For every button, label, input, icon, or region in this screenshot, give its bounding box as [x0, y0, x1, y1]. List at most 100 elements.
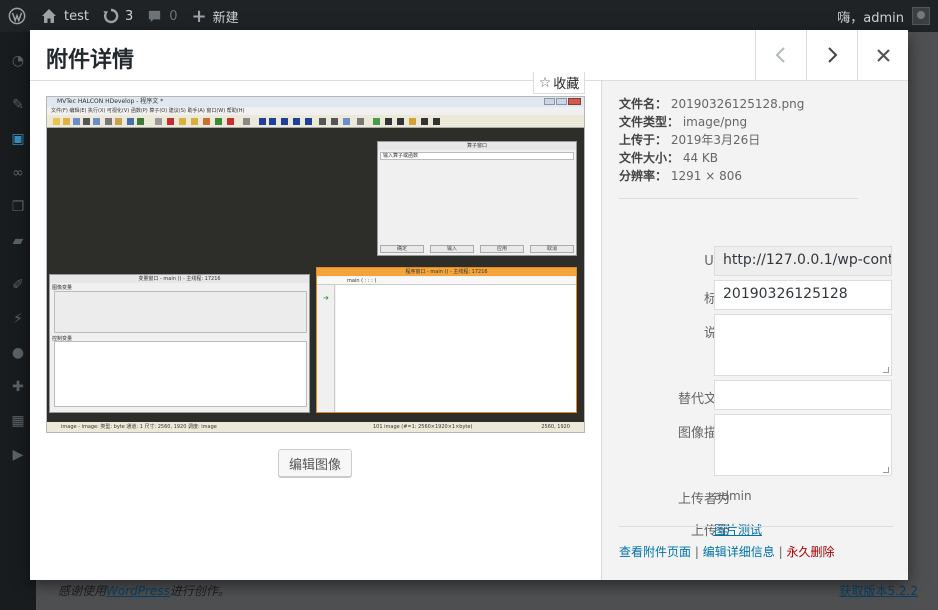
preview-window-controls: [544, 98, 581, 105]
preview-op-btn: 应用: [480, 245, 524, 253]
greeting-label: 嗨，admin: [837, 10, 904, 26]
dashboard-icon[interactable]: ◔: [9, 52, 27, 70]
comments-link[interactable]: 0: [140, 0, 184, 32]
preview-iconic-vars: 图像变量: [52, 285, 73, 291]
filesize-row: 文件大小： 44 KB: [619, 149, 804, 167]
footer-suffix: 进行创作。: [169, 584, 230, 598]
media-icon[interactable]: ▣: [9, 130, 27, 148]
edit-image-button[interactable]: 编辑图像: [278, 449, 352, 477]
modal-title: 附件详情: [46, 48, 135, 73]
edit-more-link[interactable]: 编辑详细信息: [703, 545, 775, 559]
dimensions-label: 分辨率：: [619, 169, 668, 183]
links-icon[interactable]: ∞: [9, 164, 27, 182]
caption-textarea[interactable]: [714, 314, 892, 376]
preview-op-btn: 确定: [380, 245, 424, 253]
dimensions-value: 1291 × 806: [670, 169, 742, 183]
chevron-right-icon: [828, 47, 838, 63]
attachment-actions: 查看附件页面 | 编辑详细信息 | 永久删除: [619, 543, 834, 560]
separator: |: [778, 545, 783, 559]
comment-icon: [149, 10, 161, 22]
preview-operator-title: 算子窗口: [378, 142, 576, 150]
url-field[interactable]: http://127.0.0.1/wp-content/: [714, 246, 892, 276]
plugins-icon[interactable]: ⚡: [9, 310, 27, 328]
tools-icon[interactable]: ✚: [9, 378, 27, 396]
footer-prefix: 感谢使用: [58, 584, 107, 598]
preview-program-title: 程序窗口 - main () - 主线程: 17216: [317, 268, 576, 276]
preview-op-btn: 输入: [430, 245, 474, 253]
dimensions-row: 分辨率： 1291 × 806: [619, 167, 804, 185]
comments-menu-icon[interactable]: ▰: [9, 232, 27, 250]
filetype-label: 文件类型：: [619, 115, 680, 129]
uploaded-to-link[interactable]: 图片测试: [714, 521, 762, 538]
chevron-left-icon: [775, 47, 785, 63]
preview-program-header: main ( : : : ): [317, 277, 576, 285]
home-icon: [42, 9, 56, 23]
favorite-label: 收藏: [553, 77, 580, 92]
uploaded-label: 上传于：: [619, 133, 668, 147]
separator: |: [694, 545, 699, 559]
view-attachment-link[interactable]: 查看附件页面: [619, 545, 691, 559]
new-content-label: 新建: [212, 10, 239, 26]
collapse-icon[interactable]: ▶: [9, 446, 27, 464]
next-button[interactable]: [806, 30, 857, 80]
site-name-label: test: [64, 8, 89, 24]
preview-status-left: image - image: 类型: byte 通道: 1 尺寸: 2560, …: [61, 424, 217, 430]
pin-icon[interactable]: ✎: [9, 96, 27, 114]
avatar: [912, 7, 930, 25]
filetype-value: image/png: [682, 115, 748, 129]
preview-operator-buttons: 确定 输入 应用 取消: [380, 245, 574, 253]
updates-link[interactable]: 3: [96, 0, 140, 32]
preview-variable-window: 变量窗口 - main () - 主线程: 17216 图像变量 控制变量: [49, 274, 310, 413]
alt-text-field[interactable]: [714, 380, 892, 410]
preview-status-mid: 101 image (#=1: 2560×1920×1×byte): [373, 424, 473, 430]
previous-button[interactable]: [755, 30, 806, 80]
preview-operator-window: 算子窗口 输入算子或函数 确定 输入 应用 取消: [377, 141, 577, 256]
preview-iconic-area: [54, 291, 307, 333]
new-content-link[interactable]: + 新建: [185, 0, 246, 32]
preview-window-title: MVTec HALCON HDevelop - 程序文 *: [47, 97, 584, 107]
pages-icon[interactable]: ❐: [9, 198, 27, 216]
preview-toolbar: [47, 115, 584, 128]
filename-value: 20190326125128.png: [670, 97, 805, 111]
attachment-details-modal: 附件详情 ☆ 收藏 MVTec HALCON HDevelop - 程序文 * …: [30, 30, 908, 580]
star-icon: ☆: [538, 74, 552, 91]
version-link[interactable]: 获取版本5.2.2: [839, 582, 918, 599]
resize-grip-icon[interactable]: [883, 367, 889, 373]
close-button[interactable]: [857, 30, 908, 80]
filesize-label: 文件大小：: [619, 151, 680, 165]
divider: [619, 198, 858, 199]
delete-permanently-link[interactable]: 永久删除: [786, 545, 834, 559]
updates-icon: [103, 8, 119, 24]
footer-thanks: 感谢使用WordPress进行创作。: [58, 582, 230, 599]
wp-logo-icon[interactable]: [0, 0, 34, 32]
attachment-details-panel: 文件名： 20190326125128.png 文件类型： image/png …: [601, 81, 908, 580]
site-name-link[interactable]: test: [34, 0, 96, 32]
filename-label: 文件名：: [619, 97, 668, 111]
comments-count: 0: [169, 8, 178, 24]
file-info: 文件名： 20190326125128.png 文件类型： image/png …: [619, 95, 804, 185]
preview-operator-input: 输入算子或函数: [380, 152, 574, 160]
uploaded-row: 上传于： 2019年3月26日: [619, 131, 804, 149]
wordpress-link[interactable]: WordPress: [106, 584, 170, 598]
users-icon[interactable]: ●: [9, 344, 27, 362]
my-account[interactable]: 嗨，admin: [837, 0, 938, 32]
attachment-image: MVTec HALCON HDevelop - 程序文 * 文件(F) 编辑(E…: [46, 96, 585, 433]
updates-count: 3: [124, 8, 134, 24]
description-textarea[interactable]: [714, 414, 892, 476]
settings-icon[interactable]: ▦: [9, 412, 27, 430]
favorite-button[interactable]: ☆ 收藏: [533, 72, 585, 94]
filename-row: 文件名： 20190326125128.png: [619, 95, 804, 113]
uploaded-by-value: admin: [714, 489, 752, 503]
admin-bar: test 3 0 + 新建 嗨，admin: [0, 0, 938, 32]
plus-icon: +: [191, 5, 207, 27]
uploaded-value: 2019年3月26日: [670, 133, 761, 147]
preview-program-window: 程序窗口 - main () - 主线程: 17216 main ( : : :…: [316, 267, 577, 413]
preview-program-gutter: [317, 285, 335, 412]
preview-control-area: [54, 341, 307, 407]
preview-operator-input-text: 输入算子或函数: [383, 153, 419, 159]
filetype-row: 文件类型： image/png: [619, 113, 804, 131]
appearance-icon[interactable]: ✐: [9, 276, 27, 294]
modal-header: 附件详情: [30, 30, 908, 81]
resize-grip-icon[interactable]: [883, 467, 889, 473]
title-field[interactable]: 20190326125128: [714, 280, 892, 310]
